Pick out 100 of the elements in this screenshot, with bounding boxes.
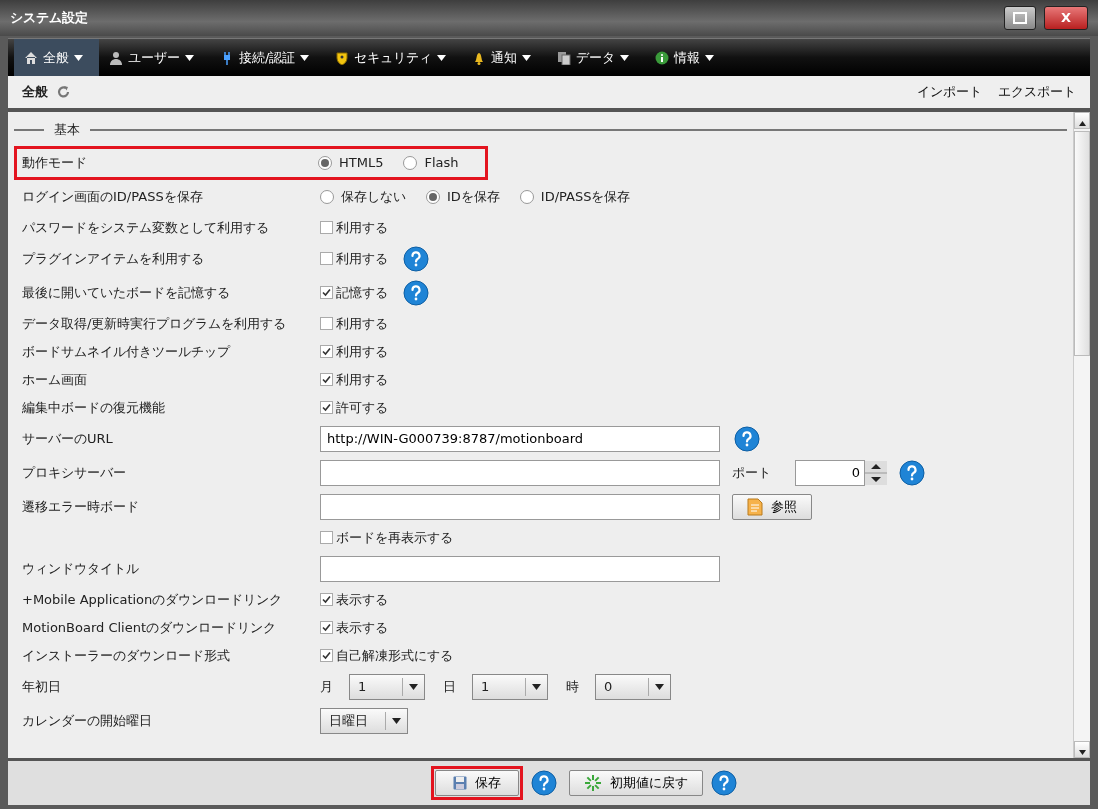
- field-label: ボードサムネイル付きツールチップ: [22, 343, 230, 359]
- window-title: システム設定: [10, 9, 88, 28]
- radio-button[interactable]: [403, 155, 418, 170]
- checkbox[interactable]: [320, 373, 333, 386]
- text-field[interactable]: [320, 493, 720, 520]
- caret-icon: [392, 717, 401, 724]
- help-icon[interactable]: [403, 245, 429, 272]
- text-field[interactable]: http://WIN-G000739:8787/motionboard: [320, 425, 720, 452]
- checkbox-label: 利用する: [336, 370, 388, 389]
- caret-icon: [409, 683, 418, 690]
- shield-icon: [335, 50, 350, 65]
- checkbox-label: 表示する: [336, 618, 388, 637]
- menu-item[interactable]: 全般: [14, 39, 99, 76]
- toolbar-link[interactable]: インポート: [917, 82, 982, 102]
- checkbox[interactable]: [320, 593, 333, 606]
- dropdown[interactable]: 1: [472, 673, 548, 700]
- field-label: 遷移エラー時ボード: [22, 498, 139, 514]
- checkbox[interactable]: [320, 286, 333, 299]
- select-prefix: 時: [566, 677, 579, 696]
- spin-arrows-icon[interactable]: [865, 460, 887, 485]
- field-label: プラグインアイテムを利用する: [22, 250, 204, 266]
- caret-icon: [705, 54, 715, 61]
- dropdown[interactable]: 0: [595, 673, 671, 700]
- menu-item[interactable]: セキュリティ: [325, 39, 463, 76]
- browse-button[interactable]: 参照: [732, 493, 812, 520]
- field-label: 最後に開いていたボードを記憶する: [22, 284, 230, 300]
- help-icon[interactable]: [403, 279, 429, 306]
- field-label: ウィンドウタイトル: [22, 560, 139, 576]
- field-label: カレンダーの開始曜日: [22, 712, 152, 728]
- checkbox[interactable]: [320, 649, 333, 662]
- caret-icon: [620, 54, 630, 61]
- radio-label: Flash: [424, 153, 459, 172]
- help-icon[interactable]: [531, 770, 557, 796]
- field-label: 編集中ボードの復元機能: [22, 399, 165, 415]
- radio-button[interactable]: [320, 189, 334, 204]
- field-label: パスワードをシステム変数として利用する: [22, 219, 269, 235]
- menu-item[interactable]: ユーザー: [99, 39, 210, 76]
- checkbox-label: 利用する: [336, 314, 388, 333]
- select-prefix: 月: [320, 677, 333, 696]
- field-label: ログイン画面のID/PASSを保存: [22, 188, 203, 204]
- checkbox[interactable]: [320, 221, 333, 234]
- radio-button[interactable]: [519, 189, 534, 204]
- checkbox[interactable]: [320, 621, 333, 634]
- field-label: 年初日: [22, 678, 61, 694]
- maximize-button[interactable]: [1004, 6, 1036, 30]
- menu-item[interactable]: 情報: [645, 39, 731, 76]
- maximize-icon: [1013, 12, 1027, 24]
- number-field[interactable]: 0: [795, 459, 865, 486]
- help-icon[interactable]: [899, 459, 925, 486]
- field-label: +Mobile Applicationのダウンロードリンク: [22, 591, 283, 607]
- caret-icon: [185, 54, 194, 61]
- checkbox[interactable]: [320, 317, 333, 330]
- spinner-icon: [584, 774, 602, 792]
- field-label: サーバーのURL: [22, 430, 113, 446]
- dropdown[interactable]: 日曜日: [320, 707, 408, 734]
- radio-button[interactable]: [426, 189, 440, 204]
- menu-item[interactable]: 通知: [462, 39, 548, 76]
- help-icon[interactable]: [711, 770, 737, 796]
- checkbox-label: 許可する: [336, 398, 388, 417]
- toolbar-link[interactable]: エクスポート: [998, 82, 1076, 102]
- field-label: インストーラーのダウンロード形式: [22, 647, 230, 663]
- caret-icon: [74, 54, 83, 61]
- section-legend: 基本: [54, 120, 80, 140]
- radio-label: ID/PASSを保存: [540, 187, 631, 206]
- caret-icon: [532, 683, 541, 690]
- help-icon[interactable]: [734, 425, 760, 452]
- menu-item[interactable]: データ: [547, 39, 646, 76]
- text-field[interactable]: [320, 555, 720, 582]
- checkbox-label: 表示する: [336, 590, 388, 609]
- checkbox[interactable]: [320, 252, 333, 265]
- toolbar-title: 全般: [22, 83, 48, 102]
- scrollbar[interactable]: [1073, 112, 1090, 758]
- field-label: プロキシサーバー: [22, 464, 126, 480]
- checkbox[interactable]: [320, 345, 333, 358]
- text-field[interactable]: [320, 459, 720, 486]
- checkbox-label: 自己解凍形式にする: [336, 646, 453, 665]
- caret-icon: [437, 54, 447, 61]
- checkbox[interactable]: [320, 401, 333, 414]
- radio-label: 保存しない: [341, 187, 406, 206]
- checkbox-label: 利用する: [336, 218, 388, 237]
- dropdown[interactable]: 1: [349, 673, 425, 700]
- reset-button[interactable]: 初期値に戻す: [569, 770, 703, 796]
- caret-icon: [655, 683, 664, 690]
- port-label: ポート: [732, 463, 771, 482]
- field-label: データ取得/更新時実行プログラムを利用する: [22, 315, 287, 331]
- close-button[interactable]: X: [1044, 6, 1088, 30]
- radio-label: HTML5: [339, 153, 384, 172]
- menu-item[interactable]: 接続/認証: [210, 39, 326, 76]
- caret-icon: [300, 54, 310, 61]
- refresh-icon[interactable]: [56, 84, 72, 100]
- info-icon: [655, 50, 670, 65]
- pages-icon: [557, 50, 572, 65]
- home-icon: [24, 50, 38, 65]
- radio-button[interactable]: [318, 155, 332, 170]
- user-icon: [109, 50, 123, 65]
- save-button[interactable]: 保存: [435, 770, 519, 796]
- checkbox-label: 利用する: [336, 342, 388, 361]
- checkbox[interactable]: [320, 531, 333, 544]
- radio-label: IDを保存: [447, 187, 500, 206]
- checkbox-label: 記憶する: [336, 283, 388, 302]
